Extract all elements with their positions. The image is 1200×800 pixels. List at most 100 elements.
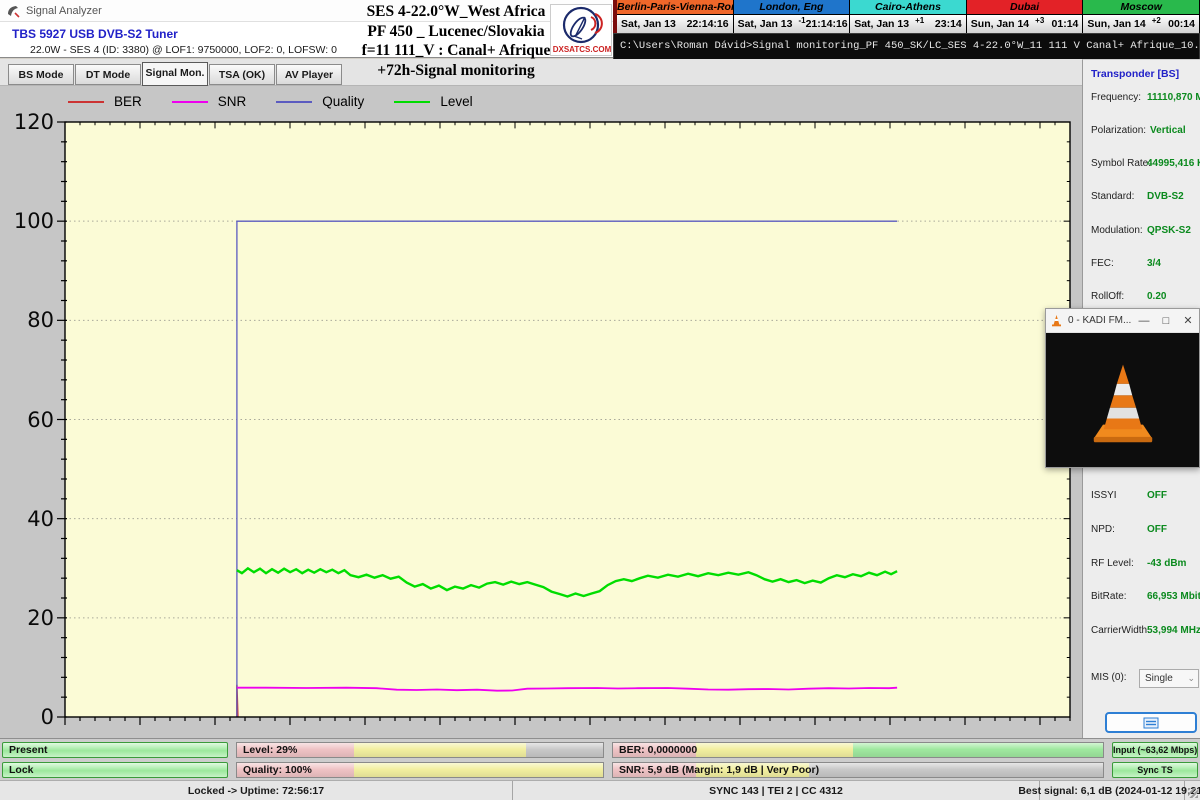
level-progress-bar: Level: 29% (236, 742, 604, 758)
clock-time: 01:14 (1052, 18, 1079, 30)
resize-grip[interactable] (1185, 781, 1200, 800)
tp-row-bitrate: BitRate: 66,953 Mbit/s (1091, 591, 1199, 602)
mis-dropdown[interactable]: Single ⌄ (1139, 669, 1199, 688)
sync-ts-box: Sync TS (1112, 762, 1198, 778)
tuner-name: TBS 5927 USB DVB-S2 Tuner (12, 27, 178, 41)
bar-segment (526, 743, 603, 757)
legend-swatch-ber (68, 101, 104, 103)
vlc-titlebar[interactable]: 0 - KADI FM... — □ ✕ (1046, 309, 1199, 333)
tp-value: Vertical (1150, 125, 1186, 136)
legend-item-ber: BER (68, 94, 142, 109)
tp-value: 53,994 MHz (1147, 625, 1200, 636)
clock-city: Moscow (1083, 0, 1199, 15)
clock-date: Sun, Jan 14 (971, 18, 1029, 30)
tp-value: -43 dBm (1147, 558, 1186, 569)
tp-label: BitRate: (1091, 591, 1143, 602)
world-clock-panel: Berlin-Paris-Vienna-Roma Sat, Jan 1322:1… (613, 0, 1200, 33)
clock-time: 23:14 (935, 18, 962, 30)
quality-bar-label: Quality: 100% (243, 764, 312, 776)
clock-city: Dubai (967, 0, 1083, 15)
tab-dt-mode[interactable]: DT Mode (75, 64, 141, 85)
status-bar: Locked -> Uptime: 72:56:17 SYNC 143 | TE… (0, 780, 1200, 800)
tp-label: RF Level: (1091, 558, 1143, 569)
level-bar-label: Level: 29% (243, 744, 297, 756)
app-icon (6, 4, 20, 18)
tab-signal-mon[interactable]: Signal Mon. (142, 62, 208, 86)
y-tick-0: 0 (8, 705, 54, 729)
terminal-window[interactable]: C:\Users\Roman Dávid>Signal monitoring_P… (613, 33, 1200, 60)
clock-time: 00:14 (1168, 18, 1195, 30)
minimize-button[interactable]: — (1133, 315, 1155, 327)
logo-text: DXSATCS.COM (553, 45, 612, 54)
y-tick-40: 40 (8, 507, 54, 531)
clock-cairo: Cairo-Athens Sat, Jan 13+123:14 (850, 0, 967, 33)
clock-date: Sun, Jan 14 (1087, 18, 1145, 30)
snr-bar-label: SNR: 5,9 dB (Margin: 1,9 dB | Very Poor) (619, 764, 819, 776)
transponder-panel-title: Transponder [BS] (1091, 68, 1179, 80)
tp-value: 3/4 (1147, 258, 1161, 269)
tab-av-player[interactable]: AV Player (276, 64, 342, 85)
monitoring-annotation: SES 4-22.0°W_West Africa PF 450 _ Lucene… (360, 2, 552, 80)
y-tick-60: 60 (8, 408, 54, 432)
panel-bottom-button[interactable] (1105, 712, 1197, 733)
tab-tsa[interactable]: TSA (OK) (209, 64, 275, 85)
clock-offset: -1 (798, 16, 805, 25)
maximize-button[interactable]: □ (1155, 315, 1177, 327)
annotation-line-3: f=11 111_V : Canal+ Afrique (360, 41, 552, 61)
tp-label: Frequency: (1091, 92, 1143, 103)
tp-row-carrier-width: CarrierWidth:53,994 MHz (1091, 625, 1199, 636)
clock-offset: +2 (1152, 16, 1161, 25)
legend-item-quality: Quality (276, 94, 364, 109)
tp-label: Modulation: (1091, 225, 1143, 236)
chevron-down-icon: ⌄ (1187, 673, 1195, 684)
legend-swatch-snr (172, 101, 208, 103)
terminal-prompt: C:\Users\Roman Dávid>Signal monitoring_P… (614, 34, 1199, 52)
chart-plot-area (55, 112, 1080, 737)
ber-progress-bar: BER: 0,0000000 (612, 742, 1104, 758)
list-icon (1143, 717, 1159, 729)
snr-progress-bar: SNR: 5,9 dB (Margin: 1,9 dB | Very Poor) (612, 762, 1104, 778)
annotation-line-4: +72h-Signal monitoring (360, 61, 552, 81)
annotation-line-1: SES 4-22.0°W_West Africa (360, 2, 552, 22)
tp-row-fec: FEC: 3/4 (1091, 258, 1199, 269)
tp-value: OFF (1147, 490, 1167, 501)
clock-city: Berlin-Paris-Vienna-Roma (617, 0, 733, 15)
legend-item-snr: SNR (172, 94, 247, 109)
tp-label: NPD: (1091, 524, 1143, 535)
y-tick-120: 120 (8, 110, 54, 134)
vlc-video-area[interactable] (1046, 333, 1199, 467)
dxsatcs-logo: DXSATCS.COM (550, 4, 612, 56)
y-tick-20: 20 (8, 606, 54, 630)
tuner-details: 22.0W - SES 4 (ID: 3380) @ LOF1: 9750000… (30, 44, 337, 56)
clock-offset: +3 (1035, 16, 1044, 25)
clock-london: London, Eng Sat, Jan 13-121:14:16 (734, 0, 851, 33)
mis-selected-value: Single (1145, 673, 1173, 684)
clock-berlin: Berlin-Paris-Vienna-Roma Sat, Jan 1322:1… (617, 0, 734, 33)
tp-row-rolloff: RollOff: 0.20 (1091, 291, 1199, 302)
tp-row-polarization: Polarization:Vertical (1091, 125, 1199, 136)
legend-label: SNR (218, 94, 247, 109)
bar-segment (354, 743, 526, 757)
tp-row-modulation: Modulation: QPSK-S2 (1091, 225, 1199, 236)
tab-bs-mode[interactable]: BS Mode (8, 64, 74, 85)
vlc-window[interactable]: 0 - KADI FM... — □ ✕ (1045, 308, 1200, 468)
quality-progress-bar: Quality: 100% (236, 762, 604, 778)
tp-row-rf-level: RF Level: -43 dBm (1091, 558, 1199, 569)
bar-segment (853, 743, 1103, 757)
clock-city: London, Eng (734, 0, 850, 15)
vlc-window-title: 0 - KADI FM... (1068, 315, 1133, 326)
bar-segment (354, 763, 603, 777)
clock-date: Sat, Jan 13 (854, 18, 909, 30)
tp-label: FEC: (1091, 258, 1143, 269)
close-button[interactable]: ✕ (1177, 314, 1199, 327)
clock-dubai: Dubai Sun, Jan 14 +3 01:14 (967, 0, 1084, 33)
tp-row-issyi: ISSYIOFF (1091, 490, 1199, 501)
lock-indicator: Lock (2, 762, 228, 778)
tp-value: 66,953 Mbit/s (1147, 591, 1200, 602)
tp-label: MIS (0): (1091, 672, 1143, 683)
tp-value: 0.20 (1147, 291, 1166, 302)
annotation-line-2: PF 450 _ Lucenec/Slovakia (360, 22, 552, 42)
tp-label: RollOff: (1091, 291, 1143, 302)
tp-value: QPSK-S2 (1147, 225, 1191, 236)
chart-legend: BER SNR Quality Level (68, 94, 503, 109)
